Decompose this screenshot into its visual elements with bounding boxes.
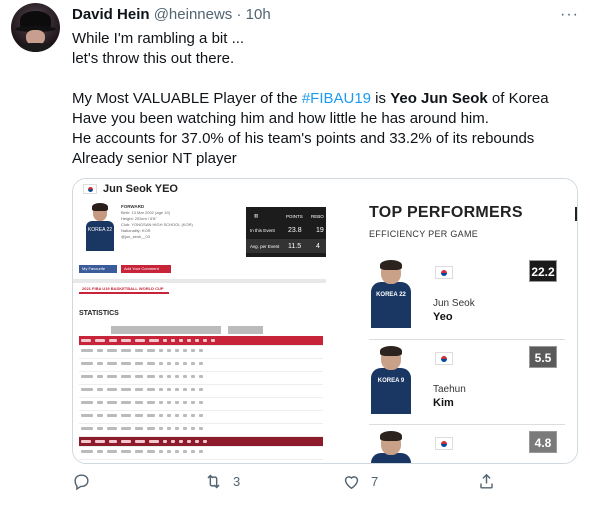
korea-flag-icon: [435, 437, 453, 450]
stat-row-label: In this Event: [250, 227, 275, 233]
retweet-count: 3: [233, 474, 241, 489]
performer-score: 5.5: [529, 346, 557, 368]
tweet-line-1: While I'm rambling a bit ...: [72, 30, 245, 47]
performer-jersey: KOREA 22: [371, 282, 411, 328]
performer-photo: KOREA 22: [369, 260, 415, 328]
like-icon: [344, 476, 359, 490]
performer-score: 22.2: [529, 260, 557, 282]
tweet-text-segment: My Most VALUABLE Player of the: [72, 90, 302, 107]
chart-icon: ▥: [254, 213, 259, 218]
more-icon[interactable]: ···: [560, 6, 579, 24]
top-performers-subtitle: EFFICIENCY PER GAME: [369, 229, 479, 239]
retweet-icon: [207, 474, 220, 489]
korea-flag-icon: [435, 352, 453, 365]
performer-photo: KOREA 9: [369, 346, 415, 414]
divider: [369, 339, 565, 340]
performer-last-name: Kim: [433, 397, 454, 409]
profile-info: FORWARD Birth: 13 Mar 2002 (age 19) Heig…: [121, 204, 193, 240]
profile-player-photo: KOREA 22: [85, 203, 115, 251]
table-row: [79, 460, 323, 463]
stat-value: 4: [316, 242, 320, 250]
table-row: [79, 372, 323, 385]
divider: [369, 424, 565, 425]
top-performers-title: TOP PERFORMERS: [369, 204, 523, 221]
performer-photo: [369, 431, 415, 463]
table-row: [79, 411, 323, 424]
stat-header: REBO: [311, 213, 324, 219]
statistics-title: STATISTICS: [79, 310, 119, 317]
share-icon: [480, 473, 493, 489]
media-image-profile[interactable]: Jun Seok YEO KOREA 22 FORWARD Birth: 13 …: [73, 179, 326, 463]
tweet-text-segment: is: [371, 90, 391, 107]
stat-value: 23.8: [288, 226, 302, 234]
separator-dot: ·: [236, 6, 242, 23]
stat-value: 19: [316, 226, 324, 234]
share-button[interactable]: [477, 472, 496, 491]
tweet-text: While I'm rambling a bit ... let's throw…: [72, 29, 582, 169]
table-row: [79, 346, 323, 359]
table-row: [79, 359, 323, 372]
media-image-top-performers[interactable]: TOP PERFORMERS EFFICIENCY PER GAME KOREA…: [327, 179, 577, 463]
table-header-row: [79, 437, 323, 447]
performer-first-name: Jun Seok: [433, 298, 475, 309]
avatar-coat: [18, 43, 53, 52]
performer-last-name: Yeo: [433, 311, 453, 323]
profile-info-line: @jun_seok__03: [121, 234, 150, 239]
table-row: [79, 424, 323, 437]
stat-row-label: Avg. per Event: [250, 243, 280, 249]
korea-flag-icon: [83, 184, 97, 194]
tweet-line-4: Have you been watching him and how littl…: [72, 110, 489, 127]
performer-item: KOREA 22 Jun Seok Yeo 22.2: [369, 260, 569, 340]
avatar[interactable]: [11, 3, 60, 52]
tweet-actions: 3 7: [72, 472, 582, 498]
player-name-bold: Yeo Jun Seok: [390, 90, 488, 107]
add-comment-button: Add Your Comment: [121, 265, 171, 273]
retweet-button[interactable]: 3: [204, 472, 240, 491]
tweet-line-6: Already senior NT player: [72, 150, 237, 167]
profile-header: Jun Seok YEO: [73, 179, 326, 199]
table-group-header: [111, 326, 221, 334]
performer-jersey: KOREA 9: [371, 368, 411, 414]
performer-item: 4.8: [369, 431, 569, 463]
table-header-row: [79, 336, 323, 346]
hashtag-link[interactable]: #FIBAU19: [302, 90, 371, 107]
table-row: [79, 385, 323, 398]
reply-button[interactable]: [72, 472, 101, 491]
reply-icon: [74, 474, 89, 491]
table-row: [79, 398, 323, 411]
edge-marker: [575, 207, 577, 221]
tweet-text-segment: of Korea: [487, 90, 549, 107]
performer-first-name: Taehun: [433, 384, 466, 395]
performer-score: 4.8: [529, 431, 557, 453]
profile-stats-box: ▥ POINTS REBO In this Event 23.8 19 Avg.…: [246, 207, 326, 257]
table-group-header: [228, 326, 263, 334]
performer-item: KOREA 9 Taehun Kim 5.5: [369, 346, 569, 426]
stats-table: [79, 336, 323, 463]
profile-jersey: KOREA 22: [86, 221, 114, 251]
author-handle[interactable]: @heinnews: [154, 6, 233, 23]
author-name[interactable]: David Hein: [72, 6, 150, 23]
divider: [73, 279, 326, 283]
stat-value: 11.5: [288, 242, 302, 250]
tweet-line-3: My Most VALUABLE Player of the #FIBAU19 …: [72, 89, 582, 109]
event-tab: 2021 FIBA U19 BASKETBALL WORLD CUP: [79, 284, 169, 294]
tweet-line-5: He accounts for 37.0% of his team's poin…: [72, 130, 535, 147]
profile-player-name: Jun Seok YEO: [103, 183, 178, 195]
tweet-header: David Hein @heinnews · 10h: [72, 6, 271, 23]
table-row: [79, 447, 323, 460]
like-count: 7: [371, 474, 379, 489]
favourite-button: My Favourite: [79, 265, 117, 273]
korea-flag-icon: [435, 266, 453, 279]
media-card: Jun Seok YEO KOREA 22 FORWARD Birth: 13 …: [72, 178, 578, 464]
like-button[interactable]: 7: [342, 472, 378, 491]
tweet-line-2: let's throw this out there.: [72, 50, 235, 67]
stat-header: POINTS: [286, 213, 303, 219]
tweet-time[interactable]: 10h: [246, 6, 271, 23]
